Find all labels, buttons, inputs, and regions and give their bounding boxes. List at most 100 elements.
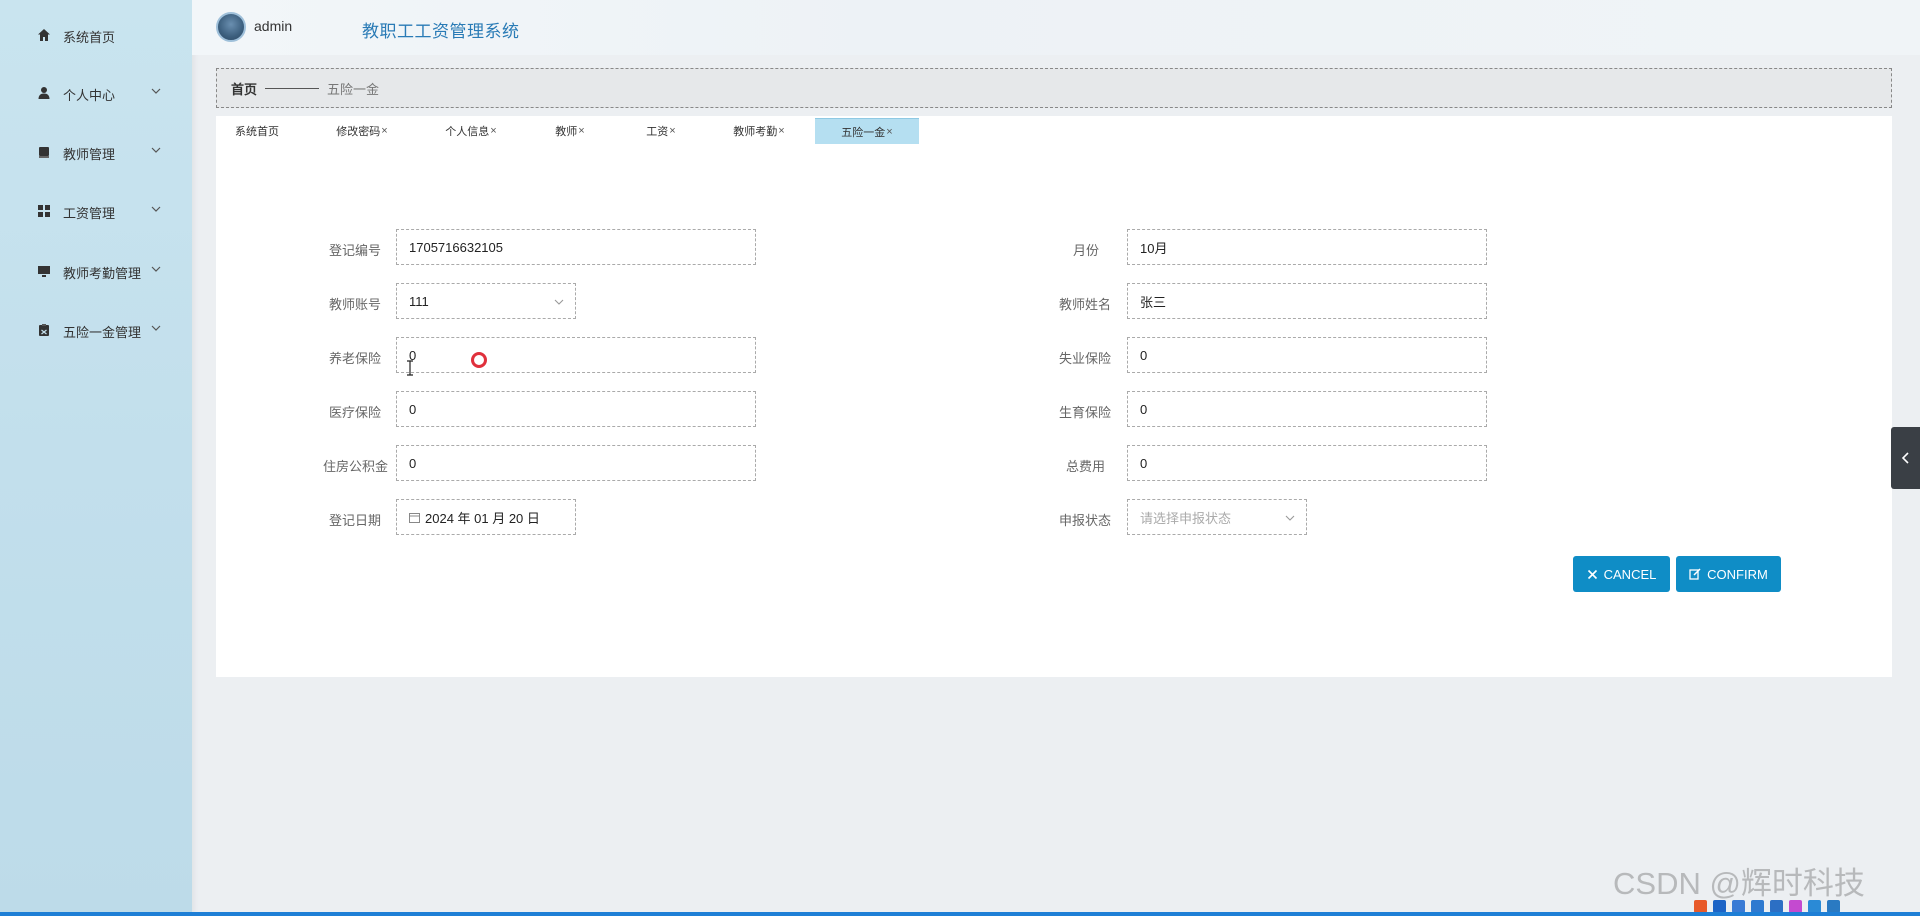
tab-label: 工资 [646,126,669,138]
maternity-field[interactable]: 0 [1127,391,1487,427]
click-indicator [471,352,487,368]
sidebar-item-label: 工资管理 [63,206,116,221]
breadcrumb: 首页 五险一金 [216,68,1892,108]
tab-label: 教师考勤 [733,126,778,138]
total-label: 总费用 [1065,459,1105,474]
housing-fund-label: 住房公积金 [322,459,388,474]
close-icon[interactable]: × [578,125,584,137]
sidebar-item-insurance-management[interactable]: 五险一金管理 [0,310,192,350]
tab-label: 五险一金 [841,126,886,139]
sidebar-item-attendance-management[interactable]: 教师考勤管理 [0,251,192,291]
sidebar-item-personal-center[interactable]: 个人中心 [0,73,192,113]
month-label: 月份 [1072,243,1099,258]
edit-icon [1689,568,1701,580]
lang-icon[interactable] [1713,899,1726,913]
tab-change-password[interactable]: 修改密码 × [331,118,393,144]
chevron-down-icon [151,325,161,331]
pension-label: 养老保险 [328,351,381,366]
keyboard-icon[interactable] [1770,899,1783,913]
unemployment-field[interactable]: 0 [1127,337,1487,373]
maternity-label: 生育保险 [1058,405,1111,420]
sidebar-item-label: 五险一金管理 [63,325,142,340]
tab-label: 教师 [555,126,578,138]
confirm-button[interactable]: CONFIRM [1676,556,1781,592]
system-title: 教职工工资管理系统 [362,22,520,41]
unemployment-label: 失业保险 [1058,351,1111,366]
sidebar-item-home[interactable]: 系统首页 [0,15,192,55]
grid-icon [38,205,50,217]
tab-teacher[interactable]: 教师 × [550,118,590,144]
total-field[interactable]: 0 [1127,445,1487,481]
taskbar-edge [0,912,1920,916]
sidebar-item-label: 教师管理 [63,147,116,162]
watermark: CSDN @辉时科技 [1613,866,1865,901]
medical-field[interactable]: 0 [396,391,756,427]
ime-icon[interactable] [1694,899,1707,913]
book-icon [39,147,49,158]
clipboard-icon [39,324,49,336]
close-icon[interactable]: × [381,125,387,137]
text-cursor-icon [407,360,413,376]
reg-date-value: 2024 年 01 月 20 日 [425,510,540,526]
teacher-name-field[interactable]: 张三 [1127,283,1487,319]
tab-salary[interactable]: 工资 × [641,118,681,144]
sidebar-item-label: 教师考勤管理 [63,266,142,281]
side-panel-toggle[interactable] [1891,427,1920,489]
user-icon [38,87,50,99]
month-field[interactable]: 10月 [1127,229,1487,265]
cancel-label: CANCEL [1603,566,1657,582]
teacher-name-label: 教师姓名 [1058,297,1111,312]
close-icon[interactable]: × [778,125,784,137]
chevron-left-icon [1901,452,1909,464]
avatar[interactable] [216,12,246,42]
robot-icon[interactable] [1808,899,1821,913]
status-select[interactable]: 请选择申报状态 [1127,499,1307,535]
skin-icon[interactable] [1789,899,1802,913]
sidebar-item-label: 系统首页 [63,30,116,45]
close-icon [1587,569,1597,579]
tab-attendance[interactable]: 教师考勤 × [728,118,790,144]
reg-date-picker[interactable]: 2024 年 01 月 20 日 [396,499,576,535]
teacher-account-select[interactable]: 111 [396,283,576,319]
sidebar-item-teacher-management[interactable]: 教师管理 [0,132,192,172]
pension-field[interactable]: 0 [396,337,756,373]
username[interactable]: admin [254,18,292,34]
close-icon[interactable]: × [669,125,675,137]
close-icon[interactable]: × [886,126,892,138]
sidebar-item-label: 个人中心 [63,88,116,103]
status-placeholder: 请选择申报状态 [1140,510,1232,526]
chevron-down-icon [151,266,161,272]
tab-insurance[interactable]: 五险一金 × [815,118,919,144]
home-icon [38,29,50,41]
tab-system-home[interactable]: 系统首页 [226,118,288,144]
teacher-account-value: 111 [409,293,429,309]
punct-icon[interactable] [1732,899,1745,913]
toolbox-icon[interactable] [1827,899,1840,913]
sidebar: 系统首页 个人中心 教师管理 工资管理 教师考勤管理 五险一金管理 [0,0,192,916]
monitor-icon [38,266,50,277]
sidebar-item-salary-management[interactable]: 工资管理 [0,191,192,231]
housing-fund-field[interactable]: 0 [396,445,756,481]
reg-date-label: 登记日期 [328,513,381,528]
chevron-down-icon [554,299,564,305]
medical-label: 医疗保险 [328,405,381,420]
reg-no-field[interactable]: 1705716632105 [396,229,756,265]
breadcrumb-home[interactable]: 首页 [231,79,257,98]
chevron-down-icon [151,88,161,94]
chevron-down-icon [151,206,161,212]
tab-label: 修改密码 [336,126,381,138]
mic-icon[interactable] [1751,899,1764,913]
breadcrumb-current: 五险一金 [327,81,380,97]
status-label: 申报状态 [1058,513,1111,528]
tab-personal-info[interactable]: 个人信息 × [440,118,502,144]
breadcrumb-separator [265,87,320,89]
reg-no-label: 登记编号 [328,243,381,258]
cancel-button[interactable]: CANCEL [1573,556,1670,592]
confirm-label: CONFIRM [1707,566,1768,582]
teacher-account-label: 教师账号 [328,297,381,312]
calendar-icon [409,512,420,523]
close-icon[interactable]: × [490,125,496,137]
tab-bar: 系统首页 修改密码 × 个人信息 × 教师 × 工资 × 教师考勤 × 五险一金 × [216,116,1892,146]
tab-label: 系统首页 [235,126,279,138]
chevron-down-icon [1285,515,1295,521]
